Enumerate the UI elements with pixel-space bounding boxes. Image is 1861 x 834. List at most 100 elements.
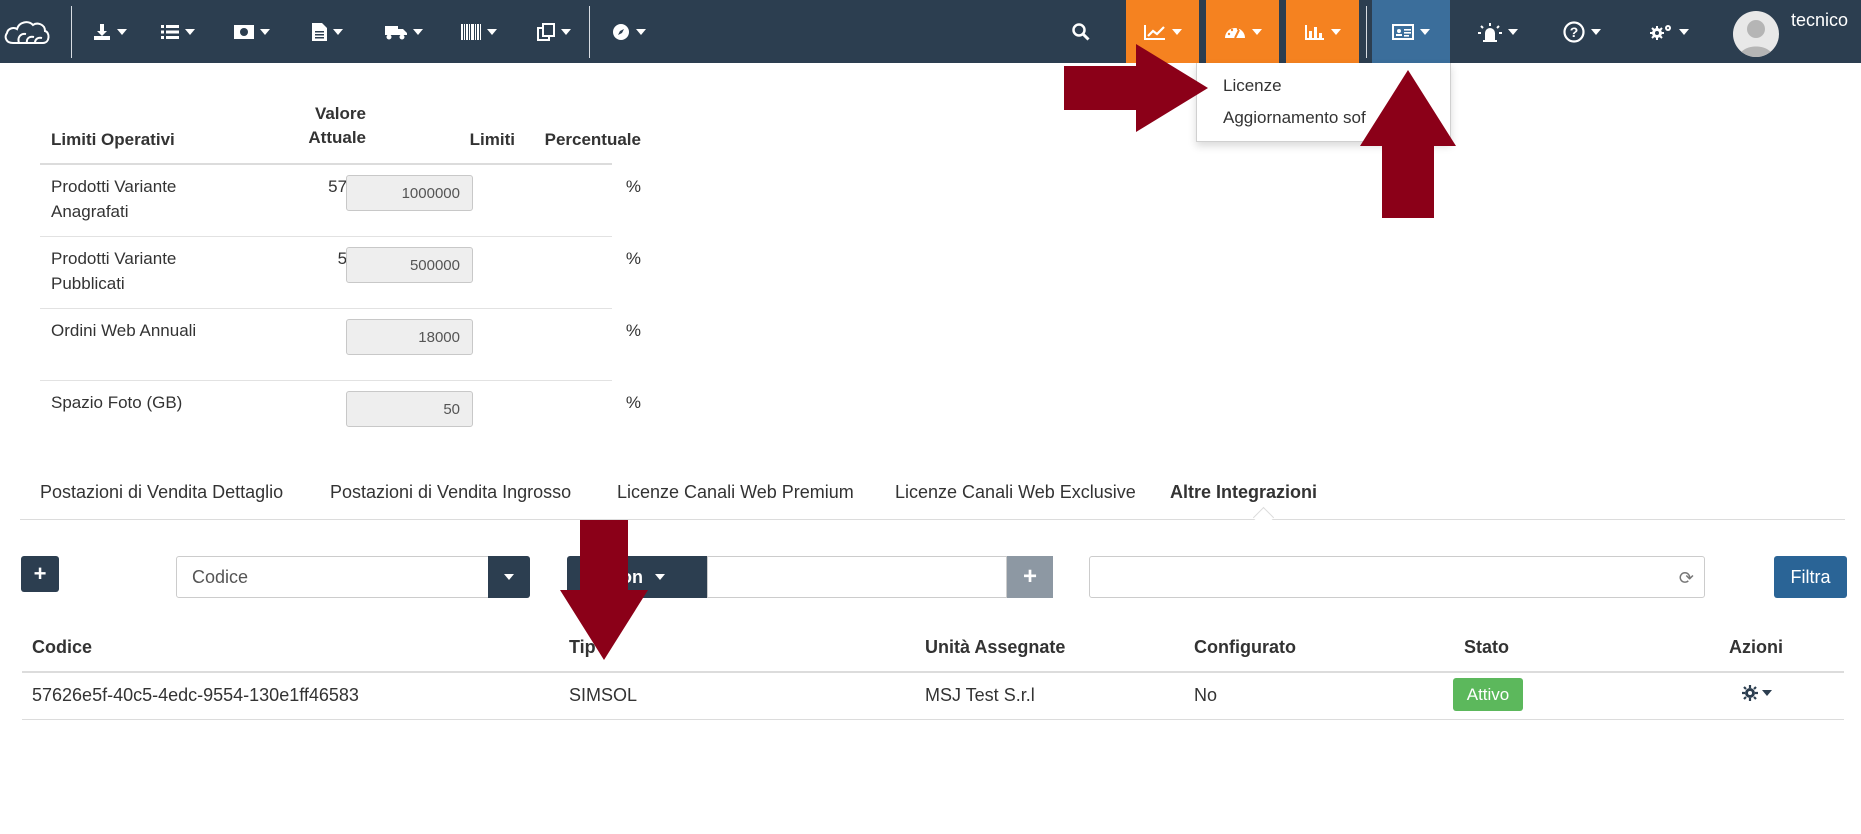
active-tab-indicator xyxy=(1252,506,1275,529)
annotation-arrow-up xyxy=(1360,70,1456,218)
limit-name-line1: Prodotti Variante xyxy=(51,177,177,196)
limit-name-line1: Prodotti Variante xyxy=(51,249,177,268)
status-badge: Attivo xyxy=(1453,678,1523,711)
shipping-menu[interactable] xyxy=(380,0,428,63)
barcode-icon xyxy=(461,23,481,40)
tab-licenze-exclusive[interactable]: Licenze Canali Web Exclusive xyxy=(895,482,1136,503)
compass-menu[interactable] xyxy=(605,0,653,63)
table-header: Codice Tip Unità Assegnate Configurato S… xyxy=(22,625,1844,673)
header-valore-line2: Attuale xyxy=(308,128,366,147)
limit-percent: % xyxy=(625,393,641,412)
user-name[interactable]: tecnico xyxy=(1791,10,1848,31)
help-icon: ? xyxy=(1563,20,1585,43)
search-icon xyxy=(1072,22,1090,41)
id-card-icon xyxy=(1392,23,1414,40)
cogs-icon xyxy=(1650,24,1671,40)
column-configurato[interactable]: Configurato xyxy=(1194,637,1296,658)
annotation-arrow-down xyxy=(560,520,648,660)
cell-unita: MSJ Test S.r.l xyxy=(925,685,1035,705)
barcode-menu[interactable] xyxy=(455,0,503,63)
add-filter-button[interactable]: + xyxy=(1007,556,1053,598)
limit-percent: % xyxy=(625,177,641,196)
document-icon xyxy=(311,22,327,41)
bar-chart-menu[interactable] xyxy=(1286,0,1359,63)
avatar[interactable] xyxy=(1733,11,1779,57)
help-menu[interactable]: ? xyxy=(1557,0,1607,63)
limits-row: Prodotti Variante Anagrafati 5737 100000… xyxy=(40,165,641,237)
nav-separator xyxy=(71,6,72,58)
document-menu[interactable] xyxy=(303,0,351,63)
chevron-down-icon xyxy=(655,574,666,580)
chevron-down-icon xyxy=(504,574,514,580)
limits-header: Limiti Operativi Valore Attuale Limiti P… xyxy=(40,100,641,165)
bar-chart-icon xyxy=(1304,24,1324,40)
cell-codice: 57626e5f-40c5-4edc-9554-130e1ff46583 xyxy=(32,685,359,705)
field-select-value: Codice xyxy=(192,567,249,587)
limits-row: Ordini Web Annuali 25 18000 % xyxy=(40,309,641,381)
cloud-logo-icon[interactable] xyxy=(0,0,54,63)
limit-name-line2: Anagrafati xyxy=(51,202,129,221)
limit-input[interactable]: 1000000 xyxy=(346,175,473,211)
field-select-toggle[interactable] xyxy=(488,556,530,598)
tab-altre-integrazioni[interactable]: Altre Integrazioni xyxy=(1170,482,1317,503)
tab-postazioni-ingrosso[interactable]: Postazioni di Vendita Ingrosso xyxy=(330,482,571,503)
nav-separator xyxy=(1366,6,1367,58)
field-select[interactable]: Codice xyxy=(176,556,530,598)
header-valore: Valore Attuale xyxy=(254,102,366,150)
limit-input[interactable]: 50 xyxy=(346,391,473,427)
header-valore-line1: Valore xyxy=(314,104,366,123)
table-row[interactable]: 57626e5f-40c5-4edc-9554-130e1ff46583 SIM… xyxy=(22,673,1844,720)
alarm-menu[interactable] xyxy=(1473,0,1523,63)
row-actions-button[interactable] xyxy=(1742,685,1772,701)
limit-input[interactable]: 500000 xyxy=(346,247,473,283)
top-navbar: ? tecnico xyxy=(0,0,1861,63)
alarm-icon xyxy=(1478,22,1502,42)
limit-name: Prodotti Variante Anagrafati xyxy=(51,174,176,224)
chevron-down-icon xyxy=(1762,690,1772,696)
tab-postazioni-dettaglio[interactable]: Postazioni di Vendita Dettaglio xyxy=(40,482,283,503)
tabs-bar: Postazioni di Vendita Dettaglio Postazio… xyxy=(20,470,1845,529)
header-percentuale: Percentuale xyxy=(544,130,641,149)
menu-item-aggiornamento[interactable]: Aggiornamento sof xyxy=(1223,108,1366,128)
compass-icon xyxy=(613,23,629,40)
download-icon xyxy=(94,23,110,40)
dashboard-menu[interactable] xyxy=(1206,0,1279,63)
column-azioni: Azioni xyxy=(1729,637,1783,657)
tab-licenze-premium[interactable]: Licenze Canali Web Premium xyxy=(617,482,854,503)
filter-value-input[interactable] xyxy=(707,556,1007,598)
license-menu[interactable] xyxy=(1372,0,1450,63)
limits-row: Spazio Foto (GB) 0 50 % xyxy=(40,381,641,447)
limit-name: Spazio Foto (GB) xyxy=(51,393,183,412)
limits-row: Prodotti Variante Pubblicati 502 500000 … xyxy=(40,237,641,309)
column-codice[interactable]: Codice xyxy=(32,637,92,658)
list-menu[interactable] xyxy=(154,0,202,63)
nav-separator xyxy=(589,6,590,58)
limit-input[interactable]: 18000 xyxy=(346,319,473,355)
cell-tipo: SIMSOL xyxy=(569,685,638,705)
menu-item-licenze[interactable]: Licenze xyxy=(1223,76,1282,96)
refresh-icon[interactable]: ⟳ xyxy=(1679,568,1694,589)
limit-name: Prodotti Variante Pubblicati xyxy=(51,246,176,296)
date-range-input[interactable]: ⟳ xyxy=(1089,556,1705,598)
download-menu[interactable] xyxy=(86,0,134,63)
gear-icon xyxy=(1742,685,1758,701)
cell-configurato: No xyxy=(1194,685,1218,705)
settings-menu[interactable] xyxy=(1644,0,1694,63)
copy-menu[interactable] xyxy=(530,0,578,63)
money-icon xyxy=(234,24,254,39)
svg-text:?: ? xyxy=(1570,24,1579,40)
limits-table: Limiti Operativi Valore Attuale Limiti P… xyxy=(40,100,641,447)
add-button[interactable]: + xyxy=(21,556,59,592)
list-icon xyxy=(161,24,179,39)
filter-button[interactable]: Filtra xyxy=(1774,556,1847,598)
copy-icon xyxy=(537,22,555,41)
limit-percent: % xyxy=(625,321,641,340)
limit-percent: % xyxy=(625,249,641,268)
line-chart-icon xyxy=(1143,24,1165,40)
column-unita-assegnate[interactable]: Unità Assegnate xyxy=(925,637,1065,658)
dashboard-icon xyxy=(1224,27,1245,38)
truck-icon xyxy=(385,25,407,39)
column-stato[interactable]: Stato xyxy=(1464,637,1509,658)
money-menu[interactable] xyxy=(228,0,276,63)
annotation-arrow-right xyxy=(1064,44,1208,132)
